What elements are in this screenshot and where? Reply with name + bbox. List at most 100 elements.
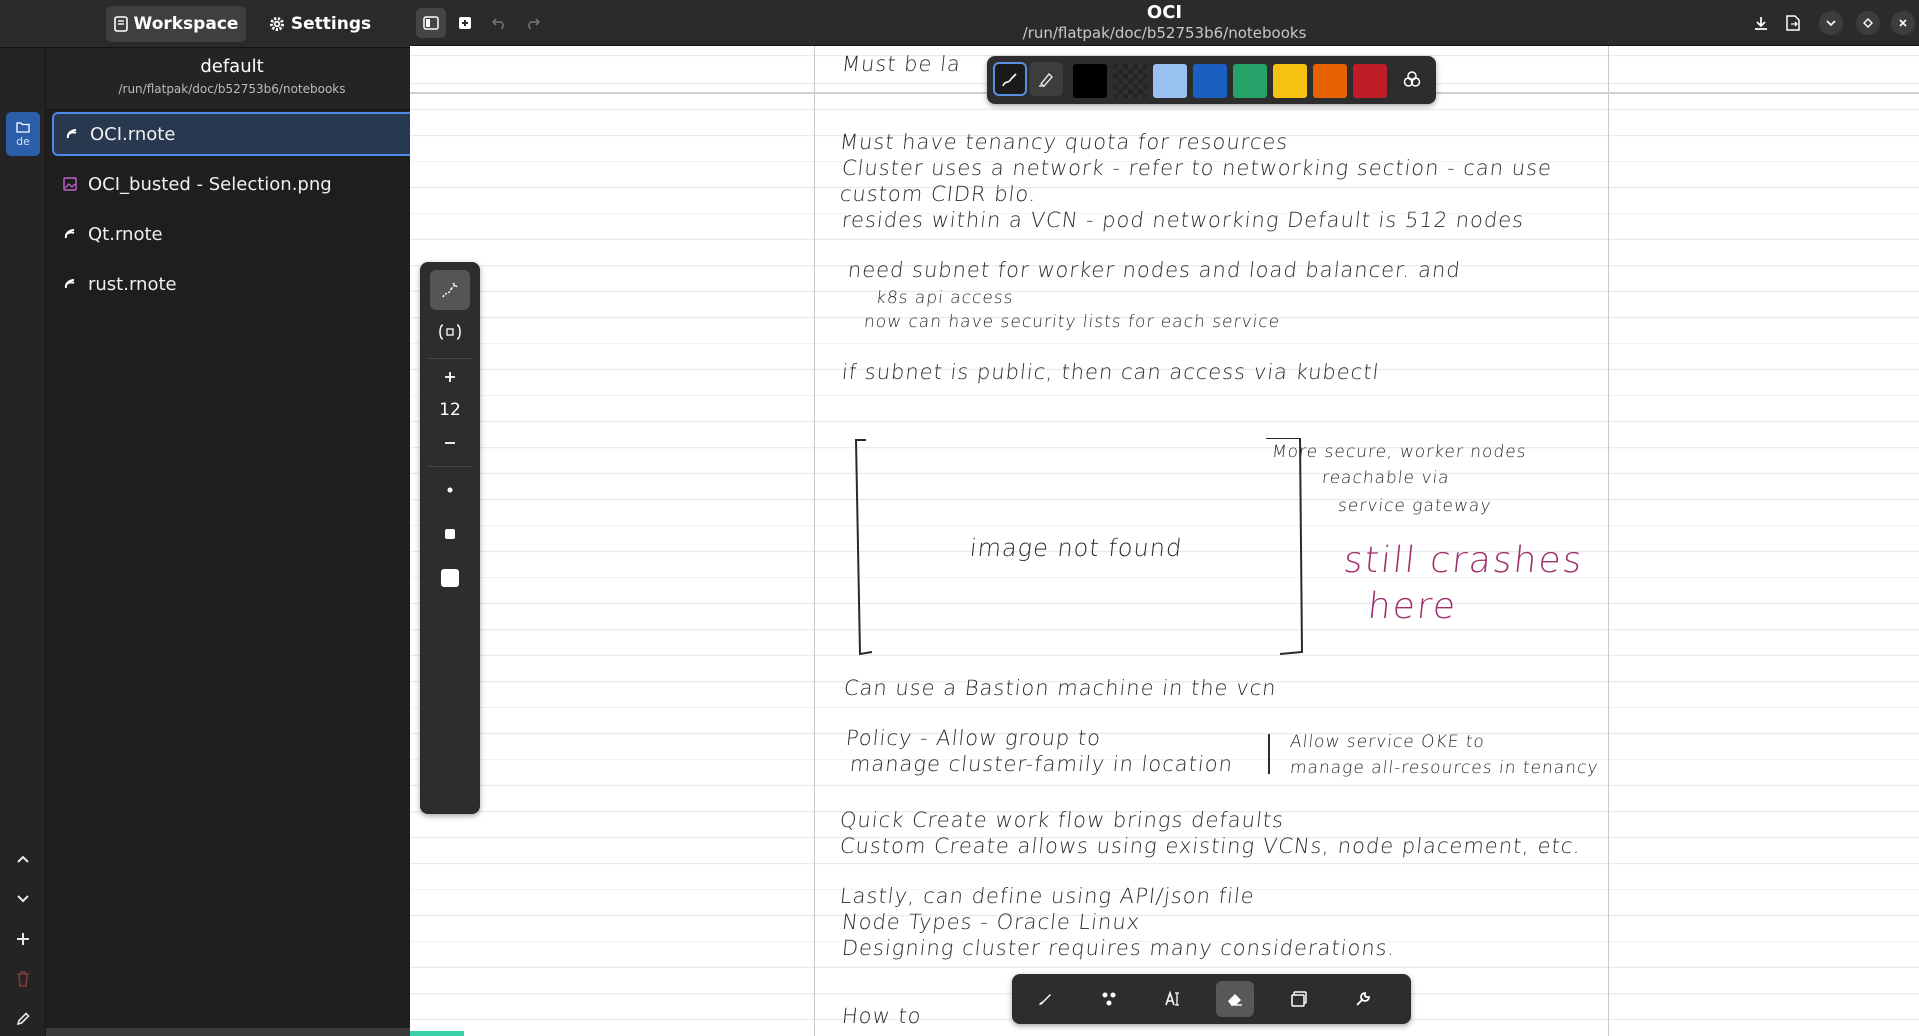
export-button[interactable]: [1778, 8, 1808, 38]
workspace-move-down-button[interactable]: [8, 884, 38, 914]
plus-icon: [17, 933, 29, 945]
image-not-found-label: image not found: [968, 534, 1184, 562]
color-swatch[interactable]: [1113, 64, 1147, 98]
workspace-button-default[interactable]: de: [6, 112, 40, 156]
save-button[interactable]: [1746, 8, 1776, 38]
tab-settings[interactable]: Settings: [262, 6, 378, 42]
stroke-color-button[interactable]: [993, 62, 1027, 96]
folder-icon: [16, 121, 30, 133]
sidebar-header: Workspace Settings: [0, 0, 482, 48]
notebook-icon: [113, 16, 128, 32]
window-title: OCI: [1146, 2, 1183, 23]
wrench-icon: [1356, 992, 1370, 1006]
fill-bucket-icon: [1039, 72, 1054, 87]
edit-workspace-button[interactable]: [8, 1004, 38, 1034]
note-text: manage cluster-family in location: [848, 752, 1235, 776]
image-file-icon: [62, 176, 78, 192]
typewriter-tool-button[interactable]: [1154, 981, 1192, 1017]
rnote-file-icon: [64, 126, 80, 142]
note-text: k8s api access: [874, 288, 1015, 308]
note-text: Must be la: [840, 52, 963, 76]
color-swatch[interactable]: [1153, 64, 1187, 98]
color-swatch[interactable]: [1073, 64, 1107, 98]
purple-note-text: here: [1365, 586, 1460, 627]
palette-icon: [1403, 71, 1421, 87]
file-name: Qt.rnote: [88, 223, 163, 245]
tab-workspace[interactable]: Workspace: [106, 6, 246, 42]
workspace-path: /run/flatpak/doc/b52753b6/notebooks: [118, 82, 346, 96]
color-swatch[interactable]: [1233, 64, 1267, 98]
workspace-strip: de: [0, 48, 46, 1036]
decrease-size-button[interactable]: [430, 428, 470, 458]
dot-medium-icon: [445, 529, 455, 539]
app-menu-button[interactable]: [1819, 11, 1843, 35]
close-button[interactable]: [1891, 11, 1915, 35]
header-bar: OCI /run/flatpak/doc/b52753b6/notebooks: [410, 0, 1919, 46]
note-text: Can use a Bastion machine in the vcn: [842, 676, 1278, 700]
divider-stroke: [1268, 734, 1270, 774]
chevron-up-icon: [17, 855, 29, 863]
note-text: resides within a VCN - pod networking De…: [840, 208, 1526, 232]
canvas[interactable]: Must be la Must have tenancy quota for r…: [410, 46, 1919, 1036]
workspace-info: default /run/flatpak/doc/b52753b6/notebo…: [46, 48, 485, 110]
size-small-button[interactable]: [430, 470, 470, 510]
dot-small-icon: [447, 487, 453, 493]
pen-stroke-icon: [1002, 73, 1017, 87]
color-swatch[interactable]: [1313, 64, 1347, 98]
size-medium-button[interactable]: [430, 514, 470, 554]
rnote-file-icon: [62, 226, 78, 242]
pen-style-toolbar: 12: [420, 262, 480, 814]
tools-tool-button[interactable]: [1344, 981, 1382, 1017]
shaper-tool-button[interactable]: [1090, 981, 1128, 1017]
chevron-down-icon: [17, 895, 29, 903]
brush-tool-button[interactable]: [1026, 981, 1064, 1017]
note-text: Node Types - Oracle Linux: [840, 910, 1142, 934]
brush-icon: [1039, 994, 1051, 1005]
note-text: Lastly, can define using API/json file: [838, 884, 1256, 908]
gear-icon: [269, 17, 284, 31]
note-text: Quick Create work flow brings defaults: [838, 808, 1286, 832]
pen-style-brush-button[interactable]: [430, 270, 470, 310]
progress-indicator: [410, 1031, 464, 1036]
note-text: service gateway: [1336, 496, 1493, 516]
color-swatch[interactable]: [1353, 64, 1387, 98]
note-text: More secure, worker nodes: [1270, 442, 1528, 462]
file-name: rust.rnote: [88, 273, 177, 295]
text-tool-icon: [1165, 991, 1179, 1006]
note-text: Cluster uses a network - refer to networ…: [840, 156, 1554, 180]
selector-tool-button[interactable]: [1280, 981, 1318, 1017]
workspace-button-label: de: [16, 134, 30, 148]
chevron-down-icon: [1826, 20, 1836, 27]
sidebar-scrollbar[interactable]: [46, 1028, 410, 1036]
note-text: Must have tenancy quota for resources: [838, 130, 1290, 154]
toolbar-separator: [428, 358, 472, 359]
note-text: need subnet for worker nodes and load ba…: [846, 258, 1462, 282]
color-swatch[interactable]: [1193, 64, 1227, 98]
color-picker-button[interactable]: [1395, 62, 1429, 96]
minimize-button[interactable]: [1856, 11, 1880, 35]
add-workspace-button[interactable]: [8, 924, 38, 954]
note-text: reachable via: [1320, 468, 1451, 488]
eraser-tool-button[interactable]: [1216, 981, 1254, 1017]
increase-size-button[interactable]: [430, 362, 470, 392]
page-border-left: [814, 46, 815, 1036]
color-swatch[interactable]: [1273, 64, 1307, 98]
selector-icon: [1291, 991, 1307, 1007]
tools-bar: [1012, 974, 1411, 1024]
remove-workspace-button[interactable]: [8, 964, 38, 994]
window-subtitle: /run/flatpak/doc/b52753b6/notebooks: [1022, 24, 1307, 42]
dot-large-icon: [441, 569, 459, 587]
sidebar: Workspace Settings de default /run/flatp…: [0, 0, 492, 1036]
note-text: manage all-resources in tenancy: [1288, 758, 1600, 778]
bracket-select-icon: [439, 324, 461, 340]
diamond-icon: [1863, 18, 1873, 28]
pen-style-selector-button[interactable]: [430, 312, 470, 352]
fill-color-button[interactable]: [1029, 62, 1063, 96]
workspace-name: default: [200, 56, 264, 77]
main-area: Must be la Must have tenancy quota for r…: [410, 0, 1919, 1036]
download-icon: [1755, 17, 1767, 30]
workspace-move-up-button[interactable]: [8, 844, 38, 874]
note-text: now can have security lists for each ser…: [862, 312, 1282, 332]
size-large-button[interactable]: [430, 558, 470, 598]
note-text: Policy - Allow group to: [844, 726, 1103, 750]
